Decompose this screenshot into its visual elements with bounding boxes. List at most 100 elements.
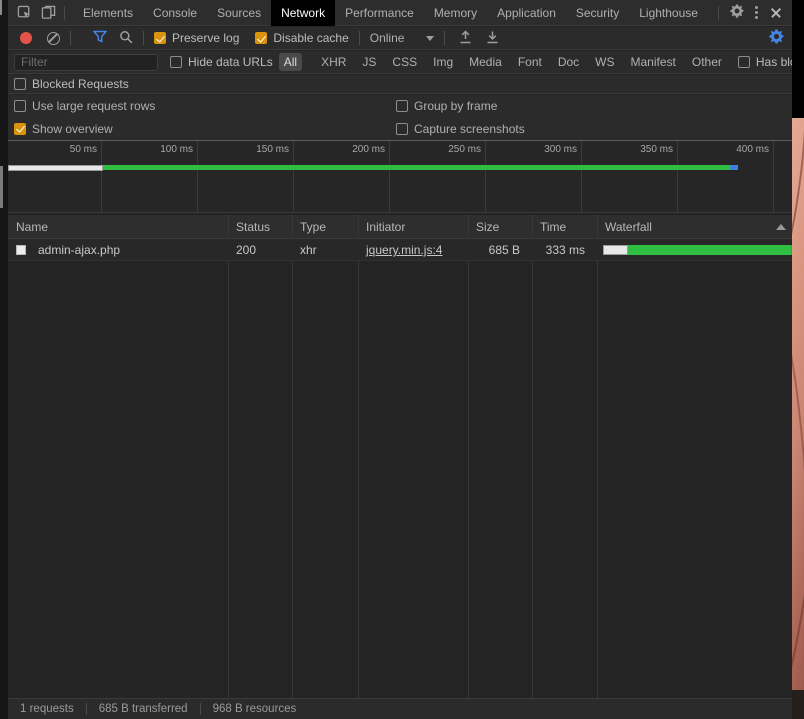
overview-download-bar	[103, 165, 730, 170]
checkbox-unchecked-icon[interactable]	[396, 123, 408, 135]
overview-blue-tip	[730, 165, 738, 170]
filter-type-media[interactable]: Media	[464, 53, 507, 71]
filter-type-css[interactable]: CSS	[387, 53, 422, 71]
checkbox-checked-icon[interactable]	[14, 123, 26, 135]
tab-elements[interactable]: Elements	[73, 0, 143, 26]
page-behind-sliver	[792, 0, 804, 719]
filter-type-font[interactable]: Font	[513, 53, 547, 71]
artwork-strand	[792, 297, 804, 558]
timeline-tick-label: 250 ms	[421, 144, 481, 155]
blocked-requests-label: Blocked Requests	[32, 77, 129, 91]
timeline-tick-label: 200 ms	[325, 144, 385, 155]
request-initiator-cell: jquery.min.js:4	[358, 239, 468, 261]
checkbox-checked-icon[interactable]	[255, 32, 267, 44]
hide-data-urls-checkbox[interactable]: Hide data URLs	[170, 55, 273, 69]
filter-type-xhr[interactable]: XHR	[316, 53, 351, 71]
column-separator[interactable]	[228, 215, 229, 698]
column-header-size[interactable]: Size	[468, 215, 532, 239]
tab-performance[interactable]: Performance	[335, 0, 424, 26]
capture-screenshots-label: Capture screenshots	[414, 122, 525, 136]
column-separator[interactable]	[532, 215, 533, 698]
window-left-edge	[0, 0, 8, 719]
filter-type-all[interactable]: All	[279, 53, 302, 71]
preserve-log-checkbox[interactable]: Preserve log	[154, 31, 239, 45]
filter-type-other[interactable]: Other	[687, 53, 727, 71]
search-icon[interactable]	[119, 30, 133, 47]
filter-type-manifest[interactable]: Manifest	[626, 53, 681, 71]
page-sliver-bottom	[792, 690, 804, 719]
inspect-element-icon[interactable]	[16, 5, 32, 21]
disable-cache-checkbox[interactable]: Disable cache	[255, 31, 348, 45]
column-header-time[interactable]: Time	[532, 215, 597, 239]
tab-lighthouse[interactable]: Lighthouse	[629, 0, 708, 26]
capture-screenshots-checkbox[interactable]: Capture screenshots	[396, 122, 525, 136]
use-large-rows-checkbox[interactable]: Use large request rows	[14, 99, 155, 113]
tab-network[interactable]: Network	[271, 0, 335, 26]
export-har-icon[interactable]	[486, 30, 499, 47]
column-header-name[interactable]: Name	[8, 215, 228, 239]
show-overview-checkbox[interactable]: Show overview	[14, 122, 113, 136]
filter-type-ws[interactable]: WS	[590, 53, 619, 71]
network-settings-gear-icon[interactable]	[769, 29, 784, 48]
column-separator[interactable]	[468, 215, 469, 698]
options-row-1: Use large request rows Group by frame	[8, 95, 792, 117]
request-count: 1 requests	[8, 703, 86, 715]
filter-icon[interactable]	[93, 30, 107, 46]
tab-application[interactable]: Application	[487, 0, 566, 26]
sort-ascending-icon[interactable]	[776, 224, 786, 230]
filter-type-img[interactable]: Img	[428, 53, 458, 71]
divider	[70, 31, 71, 45]
devtools-panel: Elements Console Sources Network Perform…	[8, 0, 792, 719]
request-row-admin-ajax[interactable]: admin-ajax.php 200 xhr jquery.min.js:4 6…	[8, 239, 792, 261]
timeline-tick-label: 400 ms	[709, 144, 769, 155]
column-header-initiator[interactable]: Initiator	[358, 215, 468, 239]
timeline-gridline	[389, 141, 390, 212]
checkbox-unchecked-icon[interactable]	[14, 78, 26, 90]
close-devtools-icon[interactable]	[766, 3, 786, 23]
checkbox-unchecked-icon[interactable]	[396, 100, 408, 112]
record-network-log-button[interactable]	[20, 32, 32, 44]
request-name: admin-ajax.php	[30, 239, 228, 261]
preserve-log-label: Preserve log	[172, 31, 239, 45]
more-options-icon[interactable]	[747, 6, 766, 19]
tab-sources[interactable]: Sources	[207, 0, 271, 26]
tab-memory[interactable]: Memory	[424, 0, 487, 26]
divider	[143, 31, 144, 45]
initiator-link[interactable]: jquery.min.js:4	[366, 243, 442, 257]
transferred-size: 685 B transferred	[87, 703, 200, 715]
throttling-dropdown[interactable]: Online	[370, 31, 435, 45]
page-artwork-sliver	[792, 118, 804, 690]
checkbox-unchecked-icon[interactable]	[738, 56, 750, 68]
column-separator[interactable]	[597, 215, 598, 698]
devtools-tabbar: Elements Console Sources Network Perform…	[8, 0, 792, 26]
request-file-icon	[16, 245, 26, 255]
checkbox-unchecked-icon[interactable]	[14, 100, 26, 112]
use-large-rows-label: Use large request rows	[32, 99, 155, 113]
column-header-type[interactable]: Type	[292, 215, 358, 239]
group-by-frame-checkbox[interactable]: Group by frame	[396, 99, 497, 113]
column-header-waterfall[interactable]: Waterfall	[597, 215, 777, 239]
blocked-requests-checkbox[interactable]: Blocked Requests	[14, 77, 129, 91]
timeline-gridline	[197, 141, 198, 212]
filter-input[interactable]	[14, 54, 158, 71]
import-har-icon[interactable]	[459, 30, 472, 47]
checkbox-unchecked-icon[interactable]	[170, 56, 182, 68]
timeline-tick-label: 100 ms	[133, 144, 193, 155]
column-header-status[interactable]: Status	[228, 215, 292, 239]
device-toolbar-icon[interactable]	[40, 5, 56, 21]
settings-gear-icon[interactable]	[727, 4, 747, 22]
requests-table-header: Name Status Type Initiator Size Time Wat…	[8, 215, 792, 239]
clear-icon[interactable]	[47, 32, 60, 45]
column-separator[interactable]	[358, 215, 359, 698]
tab-security[interactable]: Security	[566, 0, 629, 26]
throttling-value: Online	[370, 31, 405, 45]
filter-type-doc[interactable]: Doc	[553, 53, 584, 71]
filter-type-js[interactable]: JS	[357, 53, 381, 71]
tab-console[interactable]: Console	[143, 0, 207, 26]
checkbox-checked-icon[interactable]	[154, 32, 166, 44]
disable-cache-label: Disable cache	[273, 31, 348, 45]
network-overview-timeline[interactable]: 50 ms 100 ms 150 ms 200 ms 250 ms 300 ms…	[8, 140, 792, 213]
column-separator[interactable]	[292, 215, 293, 698]
divider	[64, 6, 65, 20]
timeline-tick-label: 300 ms	[517, 144, 577, 155]
